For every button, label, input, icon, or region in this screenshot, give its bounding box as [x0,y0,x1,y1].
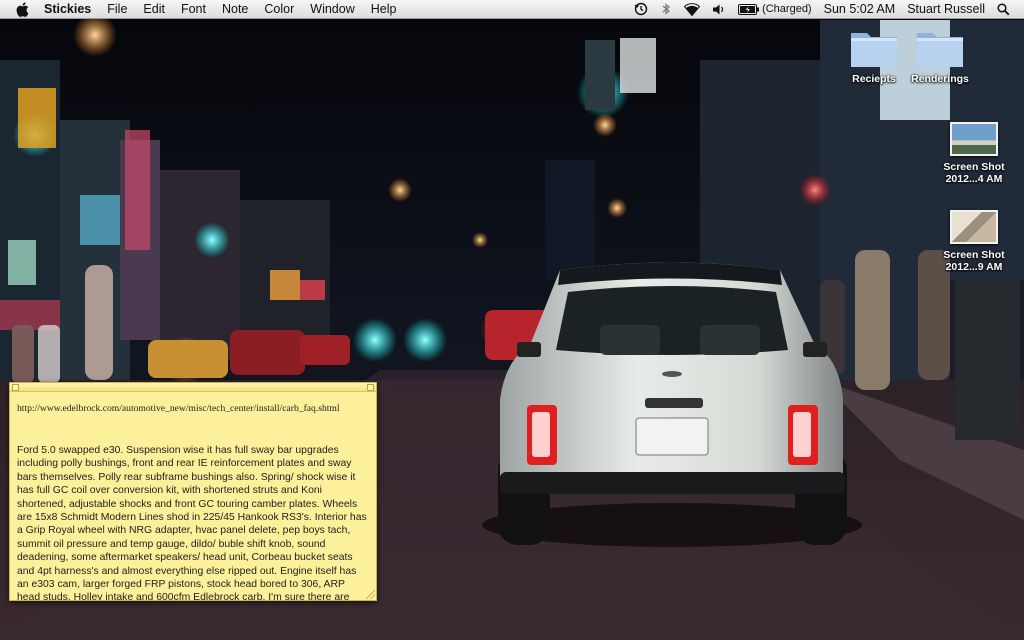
screenshot-thumbnail-icon [950,122,998,156]
apple-icon[interactable] [16,1,30,17]
menu-window[interactable]: Window [302,0,362,18]
wifi-icon[interactable] [678,0,706,18]
folder-icon [851,33,897,67]
bluetooth-icon[interactable] [654,0,678,18]
menu-bar: Stickies File Edit Font Note Color Windo… [0,0,1024,19]
menu-font[interactable]: Font [173,0,214,18]
time-machine-icon[interactable] [628,0,654,18]
menu-app-name[interactable]: Stickies [40,0,99,18]
spotlight-icon[interactable] [991,0,1024,18]
desktop-folder-renderings[interactable]: Renderings [902,26,978,85]
note-close-button[interactable] [12,384,19,391]
clock[interactable]: Sun 5:02 AM [818,0,902,18]
menu-note[interactable]: Note [214,0,256,18]
battery-icon[interactable] [738,3,760,15]
note-body-text[interactable]: Ford 5.0 swapped e30. Suspension wise it… [17,444,369,600]
desktop-folder-reciepts[interactable]: Reciepts [836,26,912,85]
note-resize-handle[interactable] [366,590,375,599]
battery-status: (Charged) [732,0,818,18]
note-url-text[interactable]: http://www.edelbrock.com/automotive_new/… [17,403,369,414]
menu-help[interactable]: Help [363,0,405,18]
note-content[interactable]: http://www.edelbrock.com/automotive_new/… [10,392,376,600]
user-name[interactable]: Stuart Russell [901,0,991,18]
sticky-note[interactable]: http://www.edelbrock.com/automotive_new/… [9,382,377,601]
battery-status-text: (Charged) [762,3,812,15]
screenshot-thumbnail-icon [950,210,998,244]
menu-color[interactable]: Color [256,0,302,18]
note-titlebar[interactable] [10,383,376,392]
folder-icon [917,33,963,67]
volume-icon[interactable] [706,0,732,18]
note-zoom-button[interactable] [367,384,374,391]
desktop-icon-label: Reciepts [852,73,896,85]
desktop-screenshot-1[interactable]: Screen Shot 2012...4 AM [936,122,1012,185]
desktop-icon-label: Renderings [911,73,969,85]
desktop-screenshot-2[interactable]: Screen Shot 2012...9 AM [936,210,1012,273]
menu-file[interactable]: File [99,0,135,18]
desktop-icon-label: Screen Shot 2012...4 AM [943,161,1005,185]
desktop-icon-label: Screen Shot 2012...9 AM [943,249,1005,273]
menu-edit[interactable]: Edit [135,0,173,18]
